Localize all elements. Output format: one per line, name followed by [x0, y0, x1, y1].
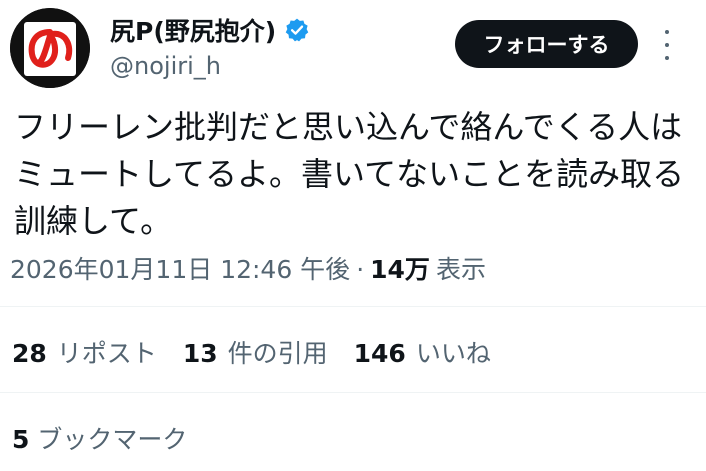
quotes-stat[interactable]: 13 件の引用: [183, 334, 328, 370]
tweet-detail: 尻P(野尻抱介) @nojiri_h フォローする フリーレン批判だと思い込んで…: [0, 0, 706, 471]
engagement-stats: 28 リポスト 13 件の引用 146 いいね: [12, 334, 491, 370]
bookmarks-stat[interactable]: 5 ブックマーク: [12, 420, 187, 456]
timestamp[interactable]: 2026年01月11日 12:46 午後: [10, 250, 350, 286]
user-handle[interactable]: @nojiri_h: [110, 52, 221, 80]
avatar[interactable]: [10, 8, 90, 88]
likes-count: 146: [353, 339, 406, 368]
divider: [0, 392, 706, 393]
views-label: 表示: [435, 255, 486, 284]
follow-button[interactable]: フォローする: [455, 20, 638, 68]
avatar-image: [10, 8, 90, 88]
likes-label: いいね: [415, 339, 491, 368]
verified-badge-icon: [284, 17, 310, 43]
quotes-count: 13: [182, 339, 218, 368]
display-name[interactable]: 尻P(野尻抱介): [110, 12, 276, 48]
user-name-row: 尻P(野尻抱介): [110, 12, 310, 48]
bookmarks-count: 5: [12, 425, 30, 454]
reposts-count: 28: [12, 339, 47, 368]
more-options-icon[interactable]: [660, 30, 674, 60]
divider: [0, 306, 706, 307]
likes-stat[interactable]: 146 いいね: [354, 334, 491, 370]
quotes-label: 件の引用: [227, 339, 328, 368]
tweet-meta: 2026年01月11日 12:46 午後 · 14万 表示: [10, 250, 486, 286]
tweet-text: フリーレン批判だと思い込んで絡んでくる人はミュートしてるよ。書いてないことを読み…: [14, 108, 685, 240]
reposts-label: リポスト: [56, 339, 157, 368]
meta-separator: ·: [356, 255, 365, 284]
reposts-stat[interactable]: 28 リポスト: [12, 334, 157, 370]
views-count: 14万: [370, 255, 430, 284]
bookmarks-label: ブックマーク: [37, 425, 188, 454]
